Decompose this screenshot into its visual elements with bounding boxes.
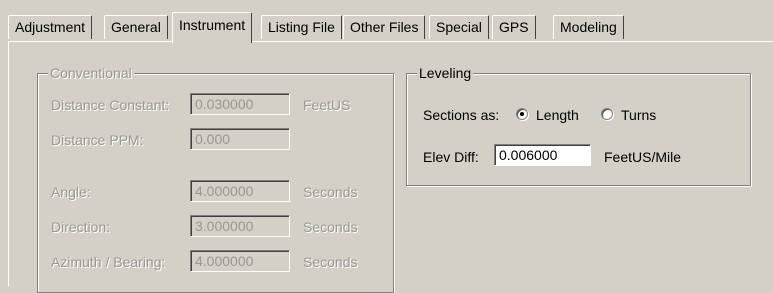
direction-field[interactable]	[190, 215, 290, 237]
tab-special[interactable]: Special	[429, 15, 489, 39]
azimuth-bearing-label: Azimuth / Bearing:	[51, 254, 166, 270]
sections-as-label: Sections as:	[423, 107, 500, 123]
tab-adjustment[interactable]: Adjustment	[8, 15, 93, 39]
length-radio[interactable]	[516, 108, 528, 120]
tab-listing-file[interactable]: Listing File	[261, 15, 342, 39]
azimuth-bearing-unit: Seconds	[303, 254, 358, 270]
elev-diff-field[interactable]	[494, 144, 591, 166]
distance-constant-label: Distance Constant:	[51, 97, 170, 113]
tab-gps[interactable]: GPS	[492, 15, 536, 39]
elev-diff-label: Elev Diff:	[423, 149, 479, 165]
distance-constant-field[interactable]	[190, 93, 290, 115]
angle-field[interactable]	[190, 180, 290, 202]
tab-instrument[interactable]: Instrument	[172, 12, 253, 43]
leveling-group: Leveling Sections as: Length Turns Elev …	[406, 65, 751, 186]
turns-radio-label[interactable]: Turns	[621, 107, 656, 123]
azimuth-bearing-field[interactable]	[190, 250, 290, 272]
instrument-panel: Conventional Distance Constant: FeetUS D…	[8, 41, 773, 293]
angle-unit: Seconds	[303, 184, 358, 200]
conventional-group: Conventional Distance Constant: FeetUS D…	[37, 65, 394, 293]
distance-ppm-label: Distance PPM:	[51, 132, 144, 148]
turns-radio[interactable]	[601, 108, 613, 120]
direction-label: Direction:	[51, 219, 111, 235]
tab-modeling[interactable]: Modeling	[553, 15, 624, 39]
radio-selected-dot	[520, 112, 524, 116]
direction-unit: Seconds	[303, 219, 358, 235]
angle-label: Angle:	[51, 184, 91, 200]
tab-general[interactable]: General	[104, 15, 168, 39]
length-radio-label[interactable]: Length	[536, 107, 579, 123]
tab-strip: Adjustment General Instrument Listing Fi…	[8, 12, 768, 43]
conventional-group-title: Conventional	[48, 65, 134, 81]
distance-constant-unit: FeetUS	[303, 97, 351, 113]
tab-other-files[interactable]: Other Files	[343, 15, 426, 39]
leveling-group-title: Leveling	[417, 65, 474, 81]
elev-diff-unit: FeetUS/Mile	[604, 149, 682, 165]
distance-ppm-field[interactable]	[190, 128, 290, 150]
